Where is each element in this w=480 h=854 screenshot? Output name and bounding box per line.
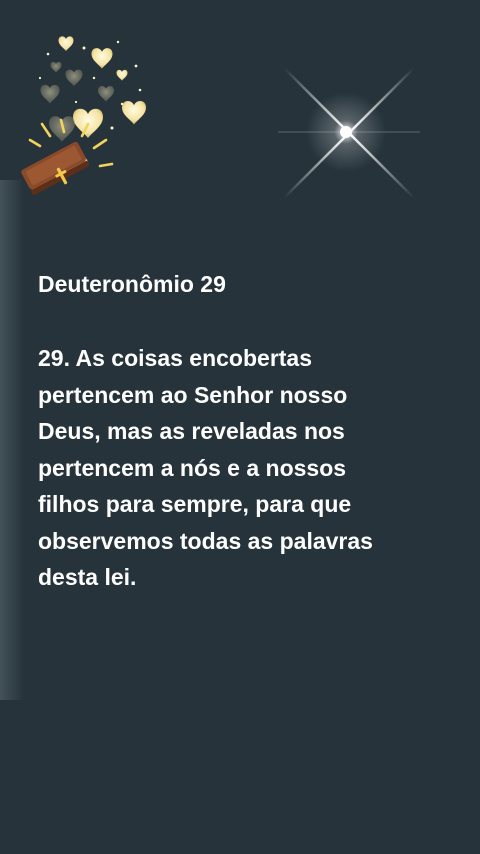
reading-content: Deuteronômio 29 29. As coisas encobertas… xyxy=(38,266,458,596)
sparkle-star-icon xyxy=(278,67,420,199)
chapter-title: Deuteronômio 29 xyxy=(38,271,226,297)
bible-with-hearts-icon xyxy=(21,36,146,195)
left-edge-glow xyxy=(0,180,24,700)
verse-text: 29. As coisas encobertas pertencem ao Se… xyxy=(38,345,373,590)
